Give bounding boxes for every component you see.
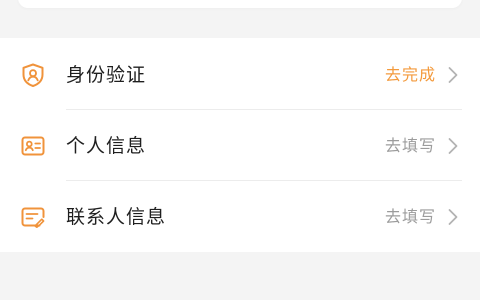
list-item-label: 身份验证	[66, 64, 147, 86]
chevron-right-icon	[446, 136, 460, 156]
id-card-icon	[20, 133, 46, 159]
list-item-personal-info[interactable]: 个人信息 去填写	[0, 109, 480, 181]
list-item-label: 个人信息	[66, 135, 147, 157]
list-item-identity-verification[interactable]: 身份验证 去完成	[0, 38, 480, 110]
list-item-contact-info[interactable]: 联系人信息 去填写	[0, 180, 480, 252]
info-list: 身份验证 去完成 个人信息 去填写 联系人信息 去填写	[0, 38, 480, 252]
chevron-right-icon	[446, 207, 460, 227]
top-card	[18, 0, 462, 8]
chevron-right-icon	[446, 65, 460, 85]
contact-form-icon	[20, 204, 46, 230]
fill-action[interactable]: 去填写	[385, 205, 436, 229]
complete-action[interactable]: 去完成	[385, 63, 436, 87]
shield-user-icon	[20, 62, 46, 88]
list-item-label: 联系人信息	[66, 206, 167, 228]
fill-action[interactable]: 去填写	[385, 134, 436, 158]
